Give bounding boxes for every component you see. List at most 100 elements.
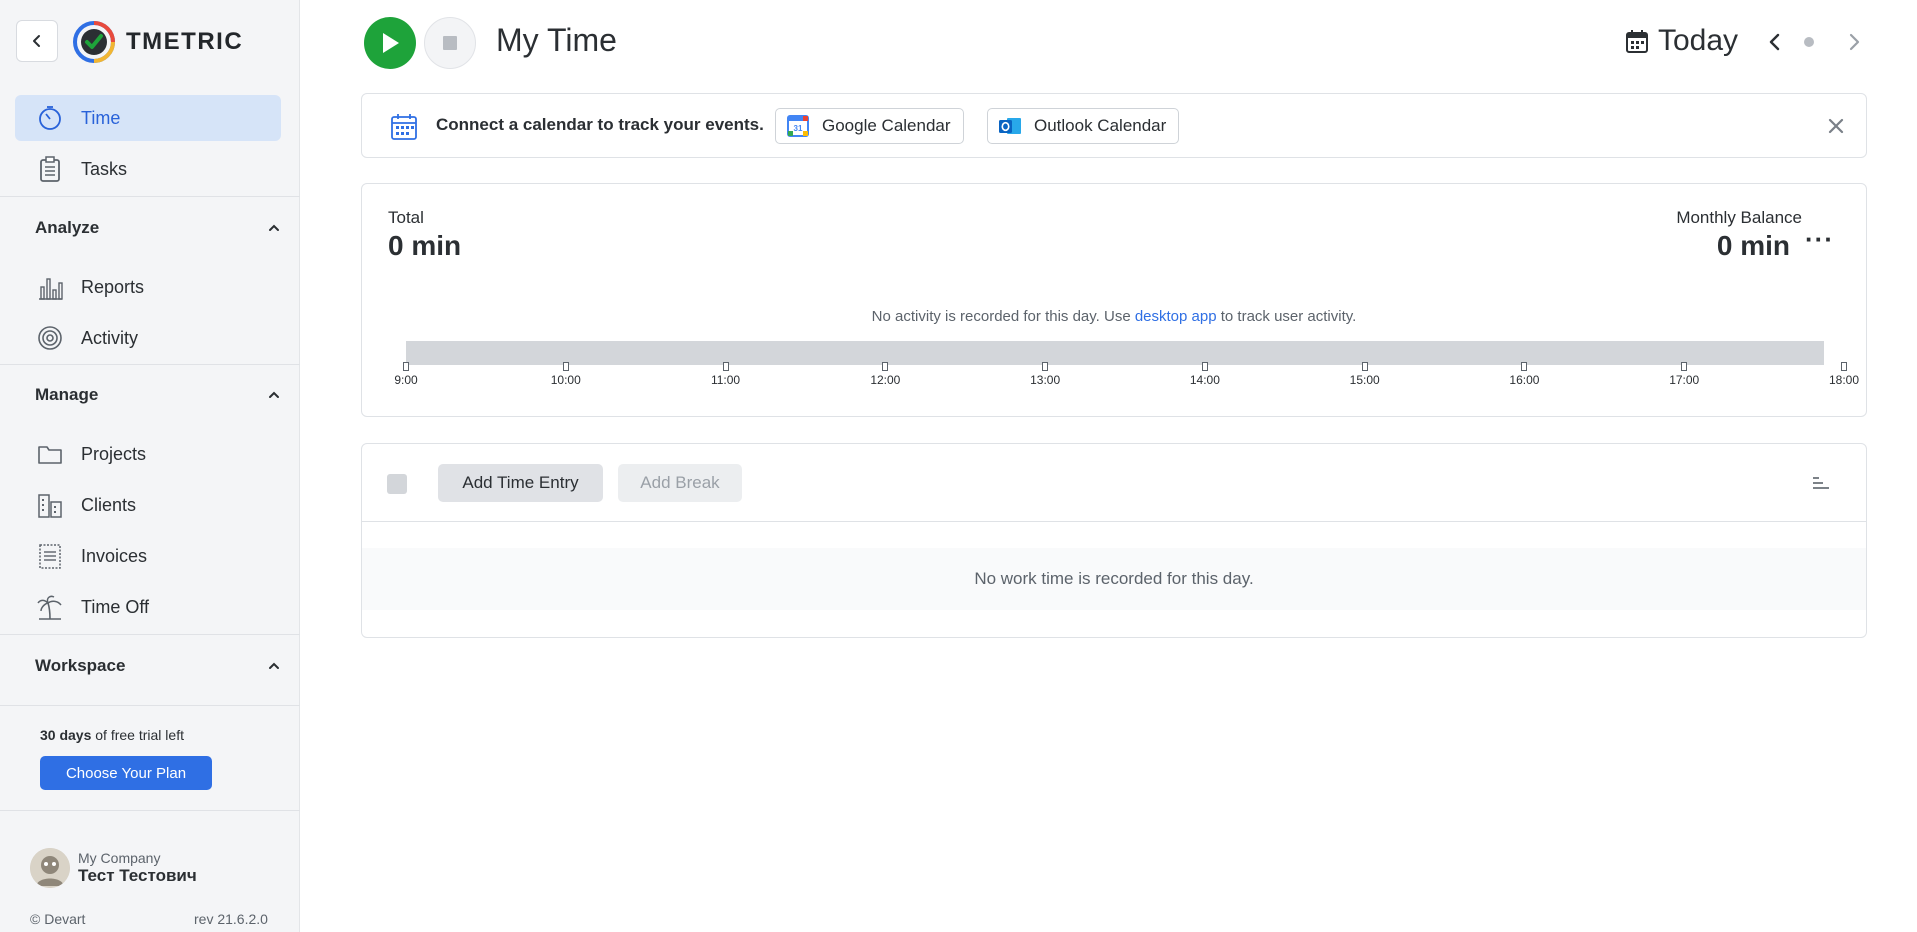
total-label: Total (388, 208, 424, 227)
sidebar-item-tasks[interactable]: Tasks (15, 146, 281, 192)
timeline-tick: 16:00 (1494, 362, 1554, 387)
section-workspace-toggle[interactable]: Workspace (35, 651, 281, 681)
empty-entries-message: No work time is recorded for this day. (362, 548, 1866, 610)
timeline-tick-mark (882, 362, 889, 371)
select-all-checkbox[interactable] (387, 474, 407, 494)
stop-icon (443, 36, 457, 50)
sidebar-item-invoices[interactable]: Invoices (15, 533, 281, 579)
section-analyze-toggle[interactable]: Analyze (35, 213, 281, 243)
add-break-button[interactable]: Add Break (618, 464, 742, 502)
sidebar-item-projects[interactable]: Projects (15, 431, 281, 477)
clipboard-icon (35, 154, 65, 184)
timeline-tick: 14:00 (1175, 362, 1235, 387)
start-timer-button[interactable] (364, 17, 416, 69)
company-name: My Company (78, 850, 161, 866)
trial-notice: 30 days of free trial left (40, 727, 184, 743)
date-picker[interactable]: Today (1626, 24, 1738, 58)
monthly-balance-value: 0 min (1716, 230, 1790, 261)
timeline-tick-label: 14:00 (1189, 373, 1220, 387)
timeline-tick-label: 16:00 (1509, 373, 1540, 387)
timeline-tick-mark (562, 362, 569, 371)
section-manage-toggle[interactable]: Manage (35, 380, 281, 410)
bar-chart-icon (35, 272, 65, 302)
invoice-icon (35, 541, 65, 571)
chevron-left-icon (33, 35, 40, 47)
calendar-connect-banner: Connect a calendar to track your events.… (361, 93, 1867, 158)
outlook-calendar-button[interactable]: Outlook Calendar (987, 108, 1180, 144)
collapse-sidebar-button[interactable] (16, 20, 58, 62)
timeline-tick-label: 17:00 (1669, 373, 1700, 387)
go-to-today-dot[interactable] (1804, 37, 1814, 47)
activity-note: No activity is recorded for this day. Us… (362, 308, 1866, 325)
trial-days: 30 days (40, 727, 92, 743)
activity-note-suffix: to track user activity. (1216, 308, 1357, 325)
entries-toolbar: Add Time Entry Add Break (362, 444, 1866, 522)
timeline-tick: 9:00 (376, 362, 436, 387)
timeline-tick-label: 11:00 (710, 373, 741, 387)
sidebar-item-time-off[interactable]: Time Off (15, 584, 281, 630)
sidebar-divider (0, 364, 300, 365)
desktop-app-link[interactable]: desktop app (1135, 308, 1217, 325)
previous-day-button[interactable] (1762, 28, 1788, 56)
sidebar-divider (0, 705, 300, 706)
total-value: 0 min (388, 230, 462, 261)
google-calendar-button[interactable]: 31 Google Calendar (775, 108, 964, 144)
activity-timeline-bar[interactable] (406, 341, 1824, 365)
choose-plan-button[interactable]: Choose Your Plan (40, 756, 212, 790)
close-banner-button[interactable] (1824, 114, 1848, 138)
revision: rev 21.6.2.0 (194, 911, 268, 927)
next-day-button[interactable] (1841, 28, 1867, 56)
sidebar-item-clients[interactable]: Clients (15, 482, 281, 528)
sidebar-item-time[interactable]: Time (15, 95, 281, 141)
section-title: Analyze (35, 218, 100, 237)
time-summary-card: Total 0 min Monthly Balance 0 min ··· No… (361, 183, 1867, 417)
activity-note-prefix: No activity is recorded for this day. Us… (871, 308, 1135, 325)
chevron-up-icon (269, 662, 279, 669)
time-entries-card: Add Time Entry Add Break No work time is… (361, 443, 1867, 638)
timeline-tick-label: 10:00 (550, 373, 581, 387)
stop-timer-button[interactable] (424, 17, 476, 69)
more-options-button[interactable]: ··· (1805, 224, 1834, 255)
timeline-tick: 18:00 (1814, 362, 1874, 387)
sidebar-divider (0, 810, 300, 811)
timeline-tick-mark (1361, 362, 1368, 371)
chevron-up-icon (269, 224, 279, 231)
app-name: TMETRIC (126, 28, 244, 55)
sidebar-item-label: Invoices (81, 545, 148, 566)
timeline-tick-label: 15:00 (1349, 373, 1380, 387)
trial-suffix: of free trial left (95, 727, 184, 743)
chevron-right-icon (1849, 33, 1860, 51)
outlook-calendar-label: Outlook Calendar (1034, 116, 1167, 135)
timeline-tick: 12:00 (855, 362, 915, 387)
buildings-icon (35, 490, 65, 520)
stopwatch-icon (35, 103, 65, 133)
folder-icon (35, 439, 65, 469)
close-icon (1828, 118, 1844, 134)
timeline-tick-mark (1042, 362, 1049, 371)
timeline-tick-mark (1201, 362, 1208, 371)
avatar (30, 848, 70, 888)
sidebar-divider (0, 196, 300, 197)
timeline-tick-label: 9:00 (394, 373, 418, 387)
sidebar-item-reports[interactable]: Reports (15, 264, 281, 310)
timeline-tick-mark (1681, 362, 1688, 371)
palm-tree-icon (35, 592, 65, 622)
app-logo[interactable]: TMETRIC (72, 20, 243, 64)
play-icon (383, 33, 399, 53)
sidebar-item-label: Time (81, 107, 121, 128)
sidebar-item-label: Tasks (81, 158, 128, 179)
add-time-entry-button[interactable]: Add Time Entry (438, 464, 603, 502)
page-title: My Time (496, 22, 617, 58)
svg-text:31: 31 (794, 124, 803, 133)
date-label: Today (1658, 24, 1739, 57)
sidebar-item-label: Clients (81, 494, 137, 515)
timeline-tick: 13:00 (1015, 362, 1075, 387)
sidebar-item-activity[interactable]: Activity (15, 315, 281, 361)
sort-icon[interactable] (1812, 474, 1830, 492)
timeline-tick: 10:00 (536, 362, 596, 387)
calendar-banner-text: Connect a calendar to track your events. (436, 115, 764, 134)
user-profile[interactable]: My Company Тест Тестович (30, 848, 197, 888)
timeline-tick: 15:00 (1335, 362, 1395, 387)
tmetric-logo-icon (73, 21, 115, 63)
google-calendar-label: Google Calendar (822, 116, 951, 135)
